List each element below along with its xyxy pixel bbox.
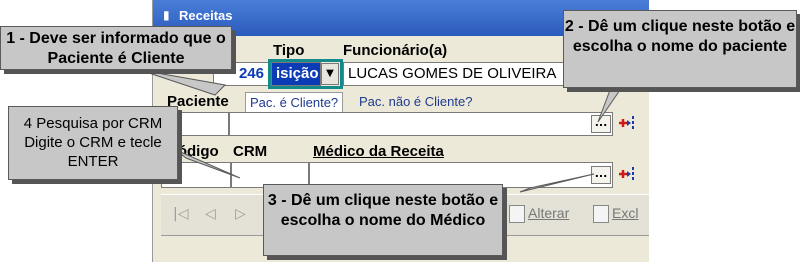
funcionario-field[interactable]: LUCAS GOMES DE OLIVEIRA [343, 62, 583, 86]
tipo-label: Tipo [273, 42, 305, 59]
next-record-icon[interactable]: ▷ [235, 206, 246, 222]
callout-4-text: 4 Pesquisa por CRM Digite o CRM e tecle … [23, 115, 163, 170]
funcionario-label: Funcionário(a) [343, 42, 448, 59]
tab-pac-nao-e-cliente[interactable]: Pac. não é Cliente? [355, 92, 476, 112]
crm-label: CRM [233, 143, 268, 160]
medico-lookup-button[interactable]: ... [591, 166, 611, 184]
excluir-label: Excl [612, 205, 639, 221]
tipo-select[interactable]: isição [271, 62, 321, 86]
alterar-button[interactable]: Alterar [509, 205, 570, 224]
excluir-button[interactable]: Excl [593, 205, 639, 224]
medico-label: Médico da Receita [313, 143, 444, 160]
callout-3-text: 3 - Dê um clique neste botão e escolha o… [267, 192, 499, 229]
callout-2: 2 - Dê um clique neste botão e escolha o… [563, 10, 797, 88]
prior-record-icon[interactable]: ◁ [205, 206, 216, 222]
paciente-nome-field[interactable] [229, 112, 613, 136]
edit-icon [509, 205, 525, 224]
first-record-icon[interactable]: |◁ [173, 206, 188, 222]
add-medico-icon[interactable] [617, 165, 635, 183]
callout-3: 3 - Dê um clique neste botão e escolha o… [263, 184, 503, 256]
add-paciente-icon[interactable] [617, 114, 635, 132]
callout-1: 1 - Deve ser informado que o Paciente é … [0, 26, 232, 70]
alterar-label: Alterar [528, 205, 570, 221]
callout-4: 4 Pesquisa por CRM Digite o CRM e tecle … [8, 106, 178, 180]
callout-2-text: 2 - Dê um clique neste botão e escolha o… [564, 18, 796, 55]
callout-1-text: 1 - Deve ser informado que o Paciente é … [6, 30, 226, 67]
trash-icon [593, 205, 609, 224]
tab-pac-e-cliente[interactable]: Pac. é Cliente? [245, 92, 344, 113]
window-icon: ▮ [163, 8, 170, 22]
window-title: Receitas [179, 8, 233, 23]
chevron-down-icon: ▼ [326, 68, 334, 79]
paciente-lookup-button[interactable]: ... [591, 115, 611, 133]
tipo-dropdown-button[interactable]: ▼ [321, 63, 339, 85]
